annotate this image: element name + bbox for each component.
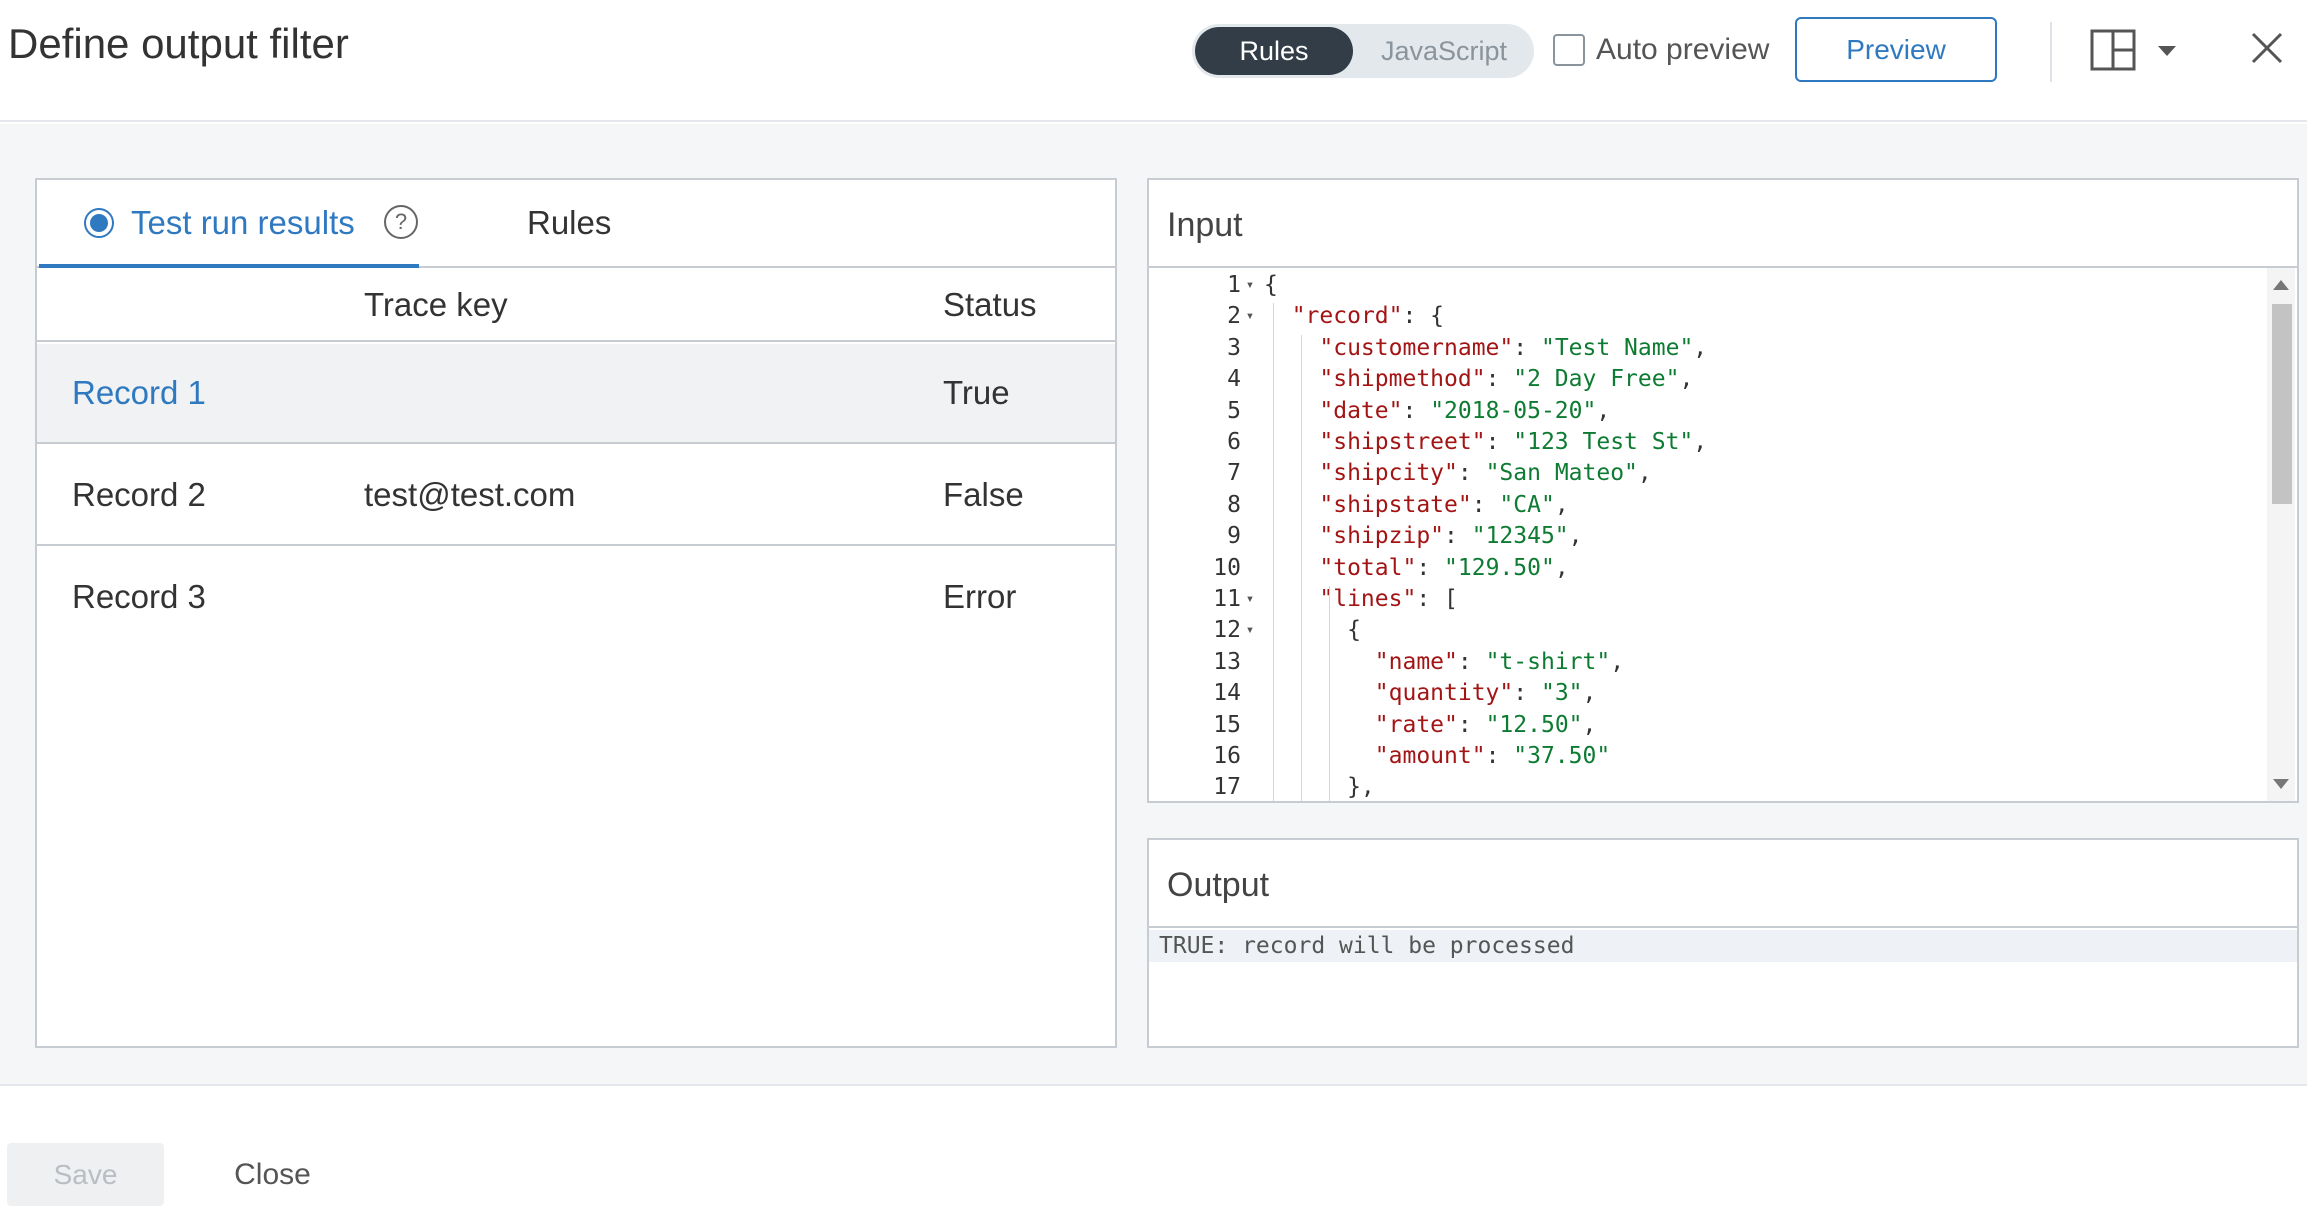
code-line: "total": "129.50",	[1319, 554, 1569, 581]
line-number: 13	[1213, 648, 1241, 675]
line-number: 2 ▾	[1149, 303, 1259, 334]
scroll-thumb[interactable]	[2272, 304, 2292, 504]
line-number: 16	[1213, 743, 1241, 769]
line-number: 8	[1227, 491, 1241, 518]
auto-preview-label[interactable]: Auto preview	[1596, 33, 1769, 67]
layout-columns-icon	[2090, 29, 2176, 71]
input-title-bar: Input	[1149, 180, 2297, 268]
table-row[interactable]: Record 1 True	[37, 344, 1115, 444]
column-status: Status	[943, 286, 1037, 323]
code-line: "quantity": "3",	[1374, 680, 1597, 707]
line-number: 10	[1213, 554, 1241, 581]
code-line: "name": "t-shirt",	[1374, 648, 1625, 675]
line-number: 5	[1227, 397, 1241, 424]
record-name: Record 3	[72, 578, 206, 615]
code-line: "date": "2018-05-20",	[1319, 397, 1611, 424]
code-line: "shipmethod": "2 Day Free",	[1319, 366, 1694, 393]
code-line: "shipstate": "CA",	[1319, 491, 1569, 518]
help-icon[interactable]: ?	[384, 205, 418, 239]
record-name: Record 2	[72, 476, 206, 513]
table-header: Trace key Status	[37, 268, 1115, 342]
indent-guide	[1301, 334, 1302, 801]
column-trace-key: Trace key	[364, 286, 508, 323]
line-number: 1 ▾	[1149, 272, 1259, 303]
code-line: "customername": "Test Name",	[1319, 334, 1708, 361]
output-title: Output	[1167, 866, 1270, 904]
fold-arrow-icon: ▾	[1245, 622, 1255, 639]
fold-arrow-icon: ▾	[1245, 308, 1255, 325]
line-number: 3	[1227, 334, 1241, 361]
line-number: 7	[1227, 460, 1241, 487]
output-panel: Output TRUE: record will be processed	[1147, 838, 2299, 1048]
record-name: Record 1	[72, 374, 206, 411]
json-editor[interactable]: 1 ▾{2 ▾ "record": {3 "customername": "Test…	[1149, 268, 2297, 801]
line-number: 11 ▾	[1149, 586, 1259, 617]
line-number: 15	[1213, 711, 1241, 738]
code-line: "amount": "37.50"	[1374, 743, 1611, 769]
preview-button[interactable]: Preview	[1795, 17, 1997, 82]
code-line: "lines": [	[1319, 586, 1458, 612]
tab-test-run-results[interactable]: Test run results ?	[39, 180, 419, 268]
line-number: 9	[1227, 523, 1241, 550]
panel-tabs: Test run results ? Rules	[37, 180, 1115, 268]
save-button[interactable]: Save	[7, 1143, 164, 1206]
code-line: "record": {	[1291, 303, 1445, 330]
tab-test-run-results-label: Test run results	[131, 204, 355, 241]
auto-preview-checkbox[interactable]	[1553, 34, 1585, 66]
chevron-down-icon	[2158, 46, 2176, 56]
input-title: Input	[1167, 206, 1243, 244]
close-dialog-button[interactable]	[2245, 26, 2289, 70]
record-status: Error	[943, 578, 1017, 615]
mode-rules-option[interactable]: Rules	[1195, 27, 1353, 75]
input-panel: Input 1 ▾{2 ▾ "record": {3 "customername":…	[1147, 178, 2299, 803]
dialog-title: Define output filter	[8, 20, 349, 67]
mode-javascript-option[interactable]: JavaScript	[1358, 27, 1530, 75]
line-number: 17	[1213, 774, 1241, 801]
line-number: 4	[1227, 366, 1241, 393]
scroll-down-arrow-icon[interactable]	[2273, 779, 2289, 789]
output-title-bar: Output	[1149, 840, 2297, 928]
table-row[interactable]: Record 2 test@test.com False	[37, 446, 1115, 546]
table-row[interactable]: Record 3 Error	[37, 548, 1115, 648]
close-button[interactable]: Close	[215, 1143, 330, 1206]
record-status: True	[943, 374, 1010, 411]
radio-selected-icon	[84, 208, 114, 238]
line-number: 12 ▾	[1149, 617, 1259, 648]
indent-guide	[1273, 303, 1274, 801]
fold-arrow-icon: ▾	[1245, 591, 1255, 607]
scroll-up-arrow-icon[interactable]	[2273, 280, 2289, 290]
record-status: False	[943, 476, 1024, 513]
line-number: 14	[1213, 680, 1241, 707]
layout-menu-button[interactable]	[2090, 28, 2190, 74]
code-line: {	[1264, 272, 1278, 298]
code-line: "rate": "12.50",	[1374, 711, 1597, 738]
test-results-panel: Test run results ? Rules Trace key Statu…	[35, 178, 1117, 1048]
code-line: "shipcity": "San Mateo",	[1319, 460, 1652, 487]
indent-guide	[1329, 586, 1330, 801]
dialog-header: Define output filter Rules JavaScript Au…	[0, 0, 2307, 122]
record-trace-key: test@test.com	[364, 476, 576, 513]
mode-toggle[interactable]: Rules JavaScript	[1192, 24, 1534, 78]
dialog-footer: Save Close	[0, 1084, 2307, 1227]
output-text: TRUE: record will be processed	[1149, 930, 2297, 962]
code-line: "shipzip": "12345",	[1319, 523, 1583, 550]
code-line: "shipstreet": "123 Test St",	[1319, 429, 1708, 455]
line-number: 6	[1227, 429, 1241, 455]
tab-rules[interactable]: Rules	[527, 204, 611, 242]
code-line: },	[1264, 774, 1375, 801]
editor-scrollbar[interactable]	[2267, 268, 2295, 801]
code-line: {	[1264, 617, 1361, 644]
close-icon	[2251, 32, 2283, 64]
header-divider	[2050, 22, 2052, 82]
fold-arrow-icon: ▾	[1245, 277, 1255, 293]
